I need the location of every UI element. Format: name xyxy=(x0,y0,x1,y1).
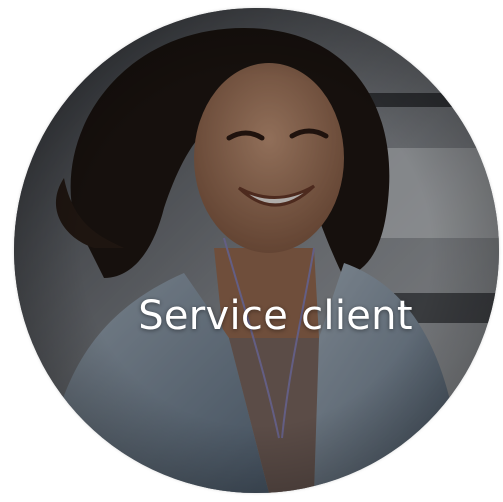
woman-smiling-photo xyxy=(14,8,499,493)
service-client-label: Service client xyxy=(138,293,413,339)
service-client-tile[interactable]: Service client xyxy=(14,8,499,493)
